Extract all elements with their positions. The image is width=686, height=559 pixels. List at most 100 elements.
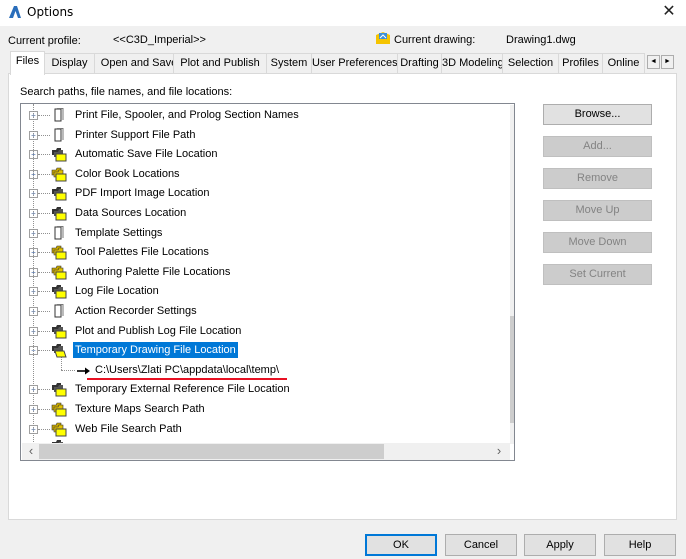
tree-item[interactable]: + PDF Import Image Location xyxy=(21,184,511,203)
tree-item[interactable]: + Automatic Save File Location xyxy=(21,145,511,164)
tree-connector-line xyxy=(38,232,50,234)
tree-connector-line xyxy=(38,271,50,273)
tree-item-label[interactable]: Template Settings xyxy=(73,227,164,239)
tab-files[interactable]: Files xyxy=(10,51,45,75)
move-down-button[interactable]: Move Down xyxy=(543,232,652,253)
folder-icon xyxy=(51,186,67,201)
scroll-up-arrow[interactable]: ˄ xyxy=(510,108,514,119)
tab-online[interactable]: Online xyxy=(602,53,645,73)
vertical-scroll-thumb[interactable] xyxy=(510,316,514,423)
apply-button[interactable]: Apply xyxy=(524,534,596,556)
tab-scroll-left-button[interactable]: ◄ xyxy=(647,55,660,69)
current-drawing-value: Drawing1.dwg xyxy=(506,34,576,46)
current-drawing-label: Current drawing: xyxy=(394,34,476,46)
folder-icon xyxy=(51,167,67,182)
tree-item-label[interactable]: Data Sources Location xyxy=(73,207,188,219)
tree-item-label[interactable]: Web File Search Path xyxy=(73,423,184,435)
tree-item-label[interactable]: Automatic Save File Location xyxy=(73,148,219,160)
tree-item[interactable]: + Template Settings xyxy=(21,224,511,243)
folder-icon xyxy=(51,147,67,162)
tab-plot-and-publish[interactable]: Plot and Publish xyxy=(173,53,267,73)
tree-item[interactable]: + Texture Maps Search Path xyxy=(21,400,511,419)
tree-connector-line xyxy=(33,104,34,442)
path-value[interactable]: C:\Users\Zlati PC\appdata\local\temp\ xyxy=(93,364,281,376)
help-button[interactable]: Help xyxy=(604,534,676,556)
tab-profiles[interactable]: Profiles xyxy=(558,53,603,73)
tree-item[interactable]: − Temporary Drawing File Location xyxy=(21,341,511,360)
tree-item-label[interactable]: Log File Location xyxy=(73,285,161,297)
folder-icon xyxy=(51,206,67,221)
tree-item[interactable]: + Printer Support File Path xyxy=(21,126,511,145)
tree-item-label[interactable]: Authoring Palette File Locations xyxy=(73,266,232,278)
folder-icon xyxy=(51,402,67,417)
tree-connector-line xyxy=(38,154,50,156)
add-button[interactable]: Add... xyxy=(543,136,652,157)
tree-connector-line xyxy=(38,428,50,430)
tree-connector-line xyxy=(38,134,50,136)
tree-item[interactable]: + Action Recorder Settings xyxy=(21,302,511,321)
move-up-button[interactable]: Move Up xyxy=(543,200,652,221)
tab-user-preferences[interactable]: User Preferences xyxy=(311,53,398,73)
tree-item[interactable]: + Authoring Palette File Locations xyxy=(21,263,511,282)
folder-icon xyxy=(51,382,67,397)
tree-item-label[interactable]: Printer Support File Path xyxy=(73,129,197,141)
tree-item-label[interactable]: Color Book Locations xyxy=(73,168,182,180)
ok-button[interactable]: OK xyxy=(365,534,437,556)
tree-connector-line xyxy=(61,369,75,371)
browse-button[interactable]: Browse... xyxy=(543,104,652,125)
drawing-icon xyxy=(376,32,390,44)
tree-item-label[interactable]: Tool Palettes File Locations xyxy=(73,246,211,258)
tab-open-and-save[interactable]: Open and Save xyxy=(94,53,184,73)
tree-item[interactable]: + Print File, Spooler, and Prolog Section… xyxy=(21,106,511,125)
tree-item[interactable]: + Color Book Locations xyxy=(21,165,511,184)
tree-connector-line xyxy=(38,389,50,391)
tree-connector-line xyxy=(38,252,50,254)
tree-item-label[interactable]: Temporary Drawing File Location xyxy=(73,342,238,359)
tree-connector-line xyxy=(38,193,50,195)
tab-display[interactable]: Display xyxy=(44,53,95,73)
tree-item[interactable]: + Data Sources Location xyxy=(21,204,511,223)
window-title: Options xyxy=(27,5,74,19)
tab-system[interactable]: System xyxy=(266,53,312,73)
tree-child-item[interactable]: C:\Users\Zlati PC\appdata\local\temp\ xyxy=(21,356,511,380)
tab-strip: Files Display Open and Save Plot and Pub… xyxy=(10,51,666,75)
annotation-underline xyxy=(87,377,287,380)
tree-connector-line xyxy=(38,173,50,175)
tree-item-label[interactable]: Plot and Publish Log File Location xyxy=(73,325,243,337)
tree-connector-line xyxy=(38,115,50,116)
title-bar xyxy=(0,0,686,26)
horizontal-scroll-thumb[interactable] xyxy=(39,444,384,459)
tab-drafting[interactable]: Drafting xyxy=(397,53,442,73)
tree-connector-line xyxy=(38,291,50,293)
folder-icon xyxy=(51,324,67,339)
document-icon xyxy=(51,108,67,123)
tab-scroll-right-button[interactable]: ► xyxy=(661,55,674,69)
tab-selection[interactable]: Selection xyxy=(502,53,559,73)
tree-item[interactable]: + Log File Location xyxy=(21,282,511,301)
scroll-down-arrow[interactable]: ˅ xyxy=(510,426,514,437)
tree-item[interactable]: + Temporary External Reference File Locat… xyxy=(21,380,511,399)
scroll-right-arrow[interactable]: › xyxy=(491,443,507,458)
current-profile-value: <<C3D_Imperial>> xyxy=(113,34,206,46)
tree-item-label[interactable]: Temporary External Reference File Locati… xyxy=(73,383,292,395)
scroll-left-arrow[interactable]: ‹ xyxy=(23,443,39,458)
tree-item-label[interactable]: PDF Import Image Location xyxy=(73,187,212,199)
folder-icon xyxy=(51,245,67,260)
arrow-right-icon xyxy=(76,363,92,378)
folder-icon xyxy=(51,265,67,280)
close-button[interactable]: ✕ xyxy=(658,2,680,22)
tree-item[interactable]: + Plot and Publish Log File Location xyxy=(21,322,511,341)
set-current-button[interactable]: Set Current xyxy=(543,264,652,285)
cancel-button[interactable]: Cancel xyxy=(445,534,517,556)
search-paths-tree[interactable]: + Web File Search Path + Texture Maps Searc… xyxy=(20,103,515,461)
tab-3d-modeling[interactable]: 3D Modeling xyxy=(441,53,504,73)
tree-item-label[interactable]: Print File, Spooler, and Prolog Section … xyxy=(73,109,301,121)
tree-item-label[interactable]: Texture Maps Search Path xyxy=(73,403,207,415)
tree-connector-line xyxy=(38,350,50,352)
tree-item-label[interactable]: Action Recorder Settings xyxy=(73,305,199,317)
tree-item[interactable]: + Tool Palettes File Locations xyxy=(21,243,511,262)
autocad-logo-icon xyxy=(9,6,21,18)
remove-button[interactable]: Remove xyxy=(543,168,652,189)
tree-connector-line xyxy=(38,409,50,410)
tree-item[interactable]: + Web File Search Path xyxy=(21,420,511,439)
